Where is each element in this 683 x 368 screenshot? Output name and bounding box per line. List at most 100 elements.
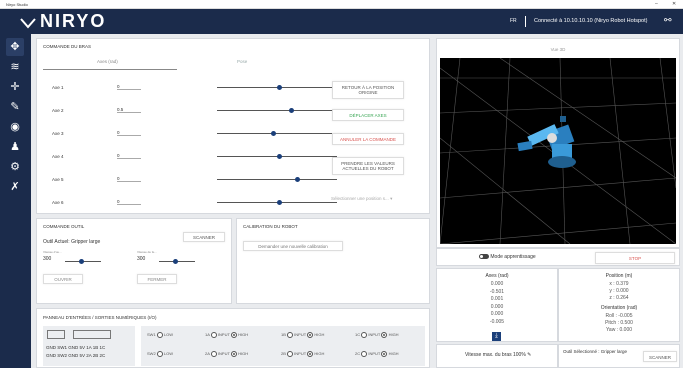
nav-control-icon[interactable]: ✥: [6, 38, 24, 56]
nav-tools-icon[interactable]: ✗: [6, 178, 24, 196]
sw2-state[interactable]: SW2 LOW: [147, 351, 173, 357]
joint-3-value: 0.001: [490, 296, 504, 302]
stop-button[interactable]: STOP: [595, 252, 675, 264]
nav-settings-icon[interactable]: ⚙: [6, 158, 24, 176]
io-2a-label: 2A: [205, 351, 210, 357]
axis-2-label: Axe 2: [52, 108, 64, 113]
take-current-values-button[interactable]: PRENDRE LES VALEURS ACTUELLES DU ROBOT: [332, 157, 404, 175]
close-speed-knob[interactable]: [173, 259, 178, 264]
io-1b-input-radio[interactable]: [287, 332, 294, 338]
axis-5-knob[interactable]: [295, 177, 300, 182]
io-1c-label: 1C: [355, 332, 361, 338]
selected-tool-value: Gripper large: [600, 349, 628, 354]
robot-3d-viewport[interactable]: [439, 57, 677, 245]
open-speed-value[interactable]: 300: [43, 256, 51, 262]
io-2b[interactable]: 2B INPUT HIGH: [281, 351, 324, 357]
close-tool-button[interactable]: FERMER: [137, 274, 177, 284]
io-2c[interactable]: 2C INPUT HIGH: [355, 351, 399, 357]
sw1-low-radio[interactable]: [156, 332, 163, 338]
connector-small-icon: [47, 330, 65, 339]
sw2-low-radio[interactable]: [156, 351, 163, 357]
pencil-icon[interactable]: ✎: [527, 352, 531, 358]
io-2c-input-radio[interactable]: [361, 351, 368, 357]
axis-2-slider[interactable]: [217, 108, 337, 113]
io-1b-high-radio[interactable]: [307, 332, 314, 338]
sw1-low-label: LOW: [163, 332, 174, 338]
axis-4-input[interactable]: 0: [117, 153, 141, 159]
close-speed-slider[interactable]: [159, 259, 195, 264]
scan-selected-tool-button[interactable]: SCANNER: [643, 351, 677, 362]
open-tool-button[interactable]: OUVRIR: [43, 274, 83, 284]
download-icon[interactable]: ⤓: [492, 332, 501, 341]
axis-5-slider[interactable]: [217, 177, 337, 182]
axis-5-input[interactable]: 0: [117, 176, 141, 182]
io-1a-label: 1A: [205, 332, 210, 338]
io-2a-input-radio[interactable]: [210, 351, 217, 357]
connection-status[interactable]: Connecté à 10.10.10.10 (Niryo Robot Hots…: [534, 18, 647, 24]
io-2a-high-radio[interactable]: [230, 351, 237, 357]
io-2a[interactable]: 2A INPUT HIGH: [205, 351, 248, 357]
nav-stack-icon[interactable]: ≋: [6, 58, 24, 76]
minimize-button[interactable]: –: [655, 1, 658, 7]
axis-3-slider[interactable]: [217, 131, 337, 136]
learning-mode[interactable]: Mode apprentissage: [479, 254, 536, 260]
axis-3-input[interactable]: 0: [117, 130, 141, 136]
io-1b-high-label: HIGH: [314, 332, 325, 338]
open-speed-knob[interactable]: [79, 259, 84, 264]
axis-4-knob[interactable]: [277, 154, 282, 159]
robot-3d-scene: [439, 57, 677, 245]
axis-1-input[interactable]: 0: [117, 84, 141, 90]
window-titlebar: Niryo Studio – ✕: [0, 0, 683, 9]
nav-edit-icon[interactable]: ✎: [6, 98, 24, 116]
io-1b-input-label: INPUT: [294, 332, 307, 338]
nav-vision-icon[interactable]: ◉: [6, 118, 24, 136]
axis-2-knob[interactable]: [289, 108, 294, 113]
axis-6-knob[interactable]: [277, 200, 282, 205]
close-speed-value[interactable]: 300: [137, 256, 145, 262]
pos-y: y : 0.000: [609, 288, 629, 294]
joint-5-value: 0.000: [490, 311, 504, 317]
nav-move-icon[interactable]: ✛: [6, 78, 24, 96]
io-1c-input-radio[interactable]: [361, 332, 368, 338]
sw1-label: SW1: [147, 332, 156, 338]
language-selector[interactable]: FR: [510, 18, 517, 24]
io-1c-high-radio[interactable]: [381, 332, 388, 338]
learning-mode-toggle[interactable]: [479, 254, 489, 260]
io-2c-high-radio[interactable]: [381, 351, 388, 357]
selected-tool-panel: Outil Sélectionné : Gripper large SCANNE…: [558, 344, 680, 368]
io-1c[interactable]: 1C INPUT HIGH: [355, 332, 399, 338]
sw2-label: SW2: [147, 351, 156, 357]
io-2b-high-radio[interactable]: [307, 351, 314, 357]
nav-user-icon[interactable]: ♟: [6, 138, 24, 156]
link-icon[interactable]: ⚯: [664, 15, 672, 26]
tab-pose[interactable]: Pose: [237, 59, 247, 64]
cancel-command-button[interactable]: ANNULER LA COMMANDE: [332, 133, 404, 145]
io-1b[interactable]: 1B INPUT HIGH: [281, 332, 324, 338]
joint-6-value: -0.005: [489, 318, 505, 325]
pos-z: z : 0.264: [609, 295, 629, 301]
axis-4-slider[interactable]: [217, 154, 337, 159]
position-select[interactable]: Sélectionner une position s... ▾: [331, 196, 392, 202]
pose-values-panel: Position (m) x : 0.379 y : 0.000 z : 0.2…: [558, 268, 680, 342]
io-1a-input-radio[interactable]: [210, 332, 217, 338]
move-axes-button[interactable]: DÉPLACER AXES: [332, 109, 404, 121]
axis-1-slider[interactable]: [217, 85, 337, 90]
axis-3-knob[interactable]: [271, 131, 276, 136]
chevron-down-icon: ▾: [390, 196, 393, 201]
request-calibration-button[interactable]: Demander une nouvelle calibration: [243, 241, 343, 251]
axis-1-knob[interactable]: [277, 85, 282, 90]
close-button[interactable]: ✕: [672, 1, 676, 7]
axis-6-slider[interactable]: [217, 200, 337, 205]
open-speed-slider[interactable]: [65, 259, 101, 264]
tab-axes[interactable]: Axes (rad): [97, 59, 118, 64]
max-speed[interactable]: Vitesse max. du bras 100% ✎: [465, 352, 531, 358]
axis-6-input[interactable]: 0: [117, 199, 141, 205]
sw1-state[interactable]: SW1 LOW: [147, 332, 173, 338]
io-1a-high-radio[interactable]: [230, 332, 237, 338]
io-2b-input-radio[interactable]: [287, 351, 294, 357]
axis-2-input[interactable]: 0.5: [117, 107, 141, 113]
scan-tool-button[interactable]: SCANNER: [183, 232, 225, 242]
joint-values-list: 0.000 -0.501 0.001 0.000 0.000 -0.005: [437, 281, 557, 326]
home-position-button[interactable]: RETOUR À LA POSITION ORIGINE: [332, 81, 404, 99]
io-1a[interactable]: 1A INPUT HIGH: [205, 332, 248, 338]
